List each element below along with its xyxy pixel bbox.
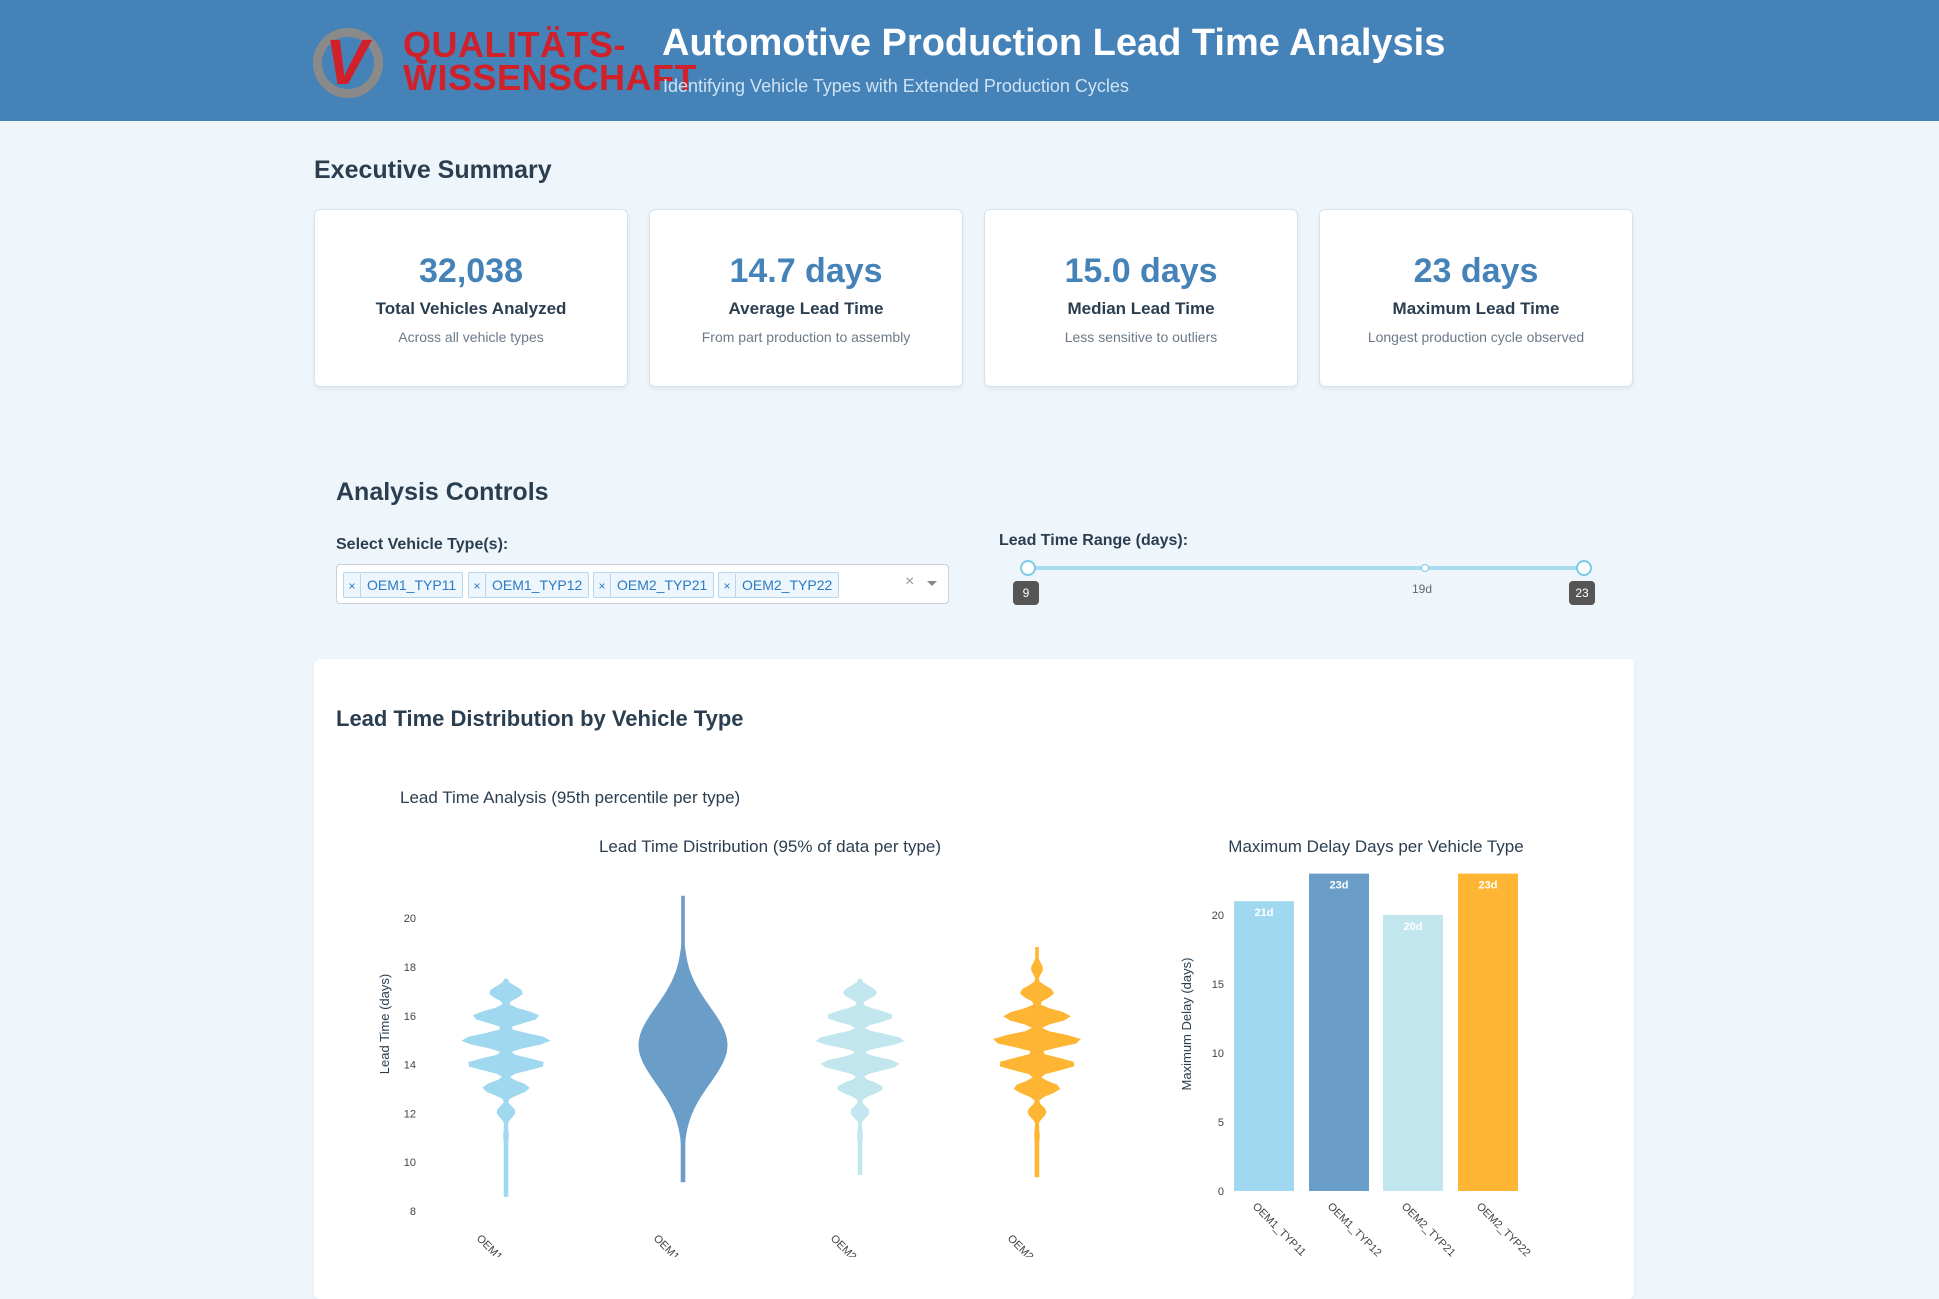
kpi-label: Total Vehicles Analyzed <box>375 299 567 318</box>
violin-y-tick-label: 14 <box>404 1060 416 1072</box>
app-header: V QUALITÄTS- WISSENSCHAFT Automotive Pro… <box>0 0 1939 121</box>
violin-y-tick-label: 18 <box>404 962 416 974</box>
vehicle-type-label: Select Vehicle Type(s): <box>336 536 509 553</box>
bar <box>1234 901 1294 1191</box>
remove-tag-icon[interactable]: × <box>594 574 611 598</box>
bar-chart-title: Maximum Delay Days per Vehicle Type <box>1228 837 1523 856</box>
lead-time-range-label: Lead Time Range (days): <box>999 532 1189 549</box>
remove-tag-icon[interactable]: × <box>719 574 736 598</box>
vehicle-tag: × OEM1_TYP12 <box>468 572 590 598</box>
vehicle-tag-label: OEM1_TYP11 <box>367 577 457 593</box>
range-min-badge: 9 <box>1013 581 1039 605</box>
page-subtitle: Identifying Vehicle Types with Extended … <box>663 76 1129 96</box>
bar-y-tick-label: 10 <box>1212 1048 1224 1060</box>
kpi-sub: From part production to assembly <box>701 329 911 345</box>
lead-time-charts: Lead Time Analysis (95th percentile per … <box>377 788 1533 1257</box>
kpi-sub: Less sensitive to outliers <box>1064 329 1218 345</box>
bar-x-tick-label: OEM2_TYP22 <box>1474 1201 1533 1257</box>
vehicle-tag: × OEM2_TYP22 <box>718 572 840 598</box>
violin-shape <box>815 978 905 1175</box>
bar-y-axis-label: Maximum Delay (days) <box>1179 958 1194 1091</box>
bar-data-label: 21d <box>1255 907 1274 919</box>
vehicle-tag: × OEM1_TYP11 <box>343 572 464 598</box>
bar-x-tick-label: OEM1_TYP12 <box>1325 1201 1384 1257</box>
violin-y-tick-label: 16 <box>404 1011 416 1023</box>
violin-x-tick-label: OEM1_TYP11 <box>474 1233 532 1257</box>
range-max-badge: 23 <box>1569 581 1595 605</box>
bar-y-tick-label: 15 <box>1212 979 1224 991</box>
page-title: Automotive Production Lead Time Analysis <box>662 22 1446 64</box>
range-slider-min-handle[interactable] <box>1020 560 1036 576</box>
violin-y-tick-label: 10 <box>404 1157 416 1169</box>
vehicle-type-multiselect[interactable]: × OEM1_TYP11 × OEM1_TYP12 × OEM2_TYP21 × OEM… <box>336 564 949 604</box>
controls-title: Analysis Controls <box>336 478 549 506</box>
vehicle-tag-label: OEM2_TYP22 <box>742 577 833 593</box>
bar-x-tick-label: OEM1_TYP11 <box>1250 1201 1308 1257</box>
violin-y-tick-label: 20 <box>404 913 416 925</box>
bar-y-tick-label: 0 <box>1218 1186 1224 1198</box>
kpi-value: 14.7 days <box>729 252 883 290</box>
violin-y-axis-label: Lead Time (days) <box>377 974 392 1074</box>
bar-data-label: 20d <box>1404 921 1423 933</box>
violin-shape <box>461 978 551 1197</box>
kpi-card-maximum: 23 days Maximum Lead Time Longest produc… <box>1319 209 1633 387</box>
violin-chart-title: Lead Time Distribution (95% of data per … <box>599 837 941 856</box>
bar-data-label: 23d <box>1330 880 1349 892</box>
bar-y-tick-label: 20 <box>1212 910 1224 922</box>
bar-y-tick-label: 5 <box>1218 1117 1224 1129</box>
kpi-card-total: 32,038 Total Vehicles Analyzed Across al… <box>314 209 628 387</box>
bar <box>1383 915 1443 1191</box>
remove-tag-icon[interactable]: × <box>469 574 486 598</box>
kpi-label: Median Lead Time <box>1067 299 1215 318</box>
kpi-value: 15.0 days <box>1064 252 1218 290</box>
kpi-sub: Longest production cycle observed <box>1367 329 1585 345</box>
vehicle-tag: × OEM2_TYP21 <box>593 572 715 598</box>
bar-plot: 0 5 10 15 20 21d OEM1_TYP11 23d OEM1_TYP12 20d OEM… <box>1212 873 1533 1257</box>
violin-y-tick-label: 12 <box>404 1108 416 1120</box>
range-slider-max-handle[interactable] <box>1576 560 1592 576</box>
kpi-card-average: 14.7 days Average Lead Time From part pr… <box>649 209 963 387</box>
remove-tag-icon[interactable]: × <box>344 574 361 598</box>
figure-title: Lead Time Analysis (95th percentile per … <box>400 788 740 807</box>
kpi-value: 32,038 <box>419 252 523 290</box>
bar-data-label: 23d <box>1479 880 1498 892</box>
logo-wordmark: QUALITÄTS- WISSENSCHAFT <box>403 27 697 98</box>
bar <box>1458 873 1518 1191</box>
bar <box>1309 873 1369 1191</box>
kpi-label: Average Lead Time <box>728 299 884 318</box>
violin-plot: 8 10 12 14 16 18 20 OEM1_TYP11 OEM1_TYP12 OEM2_TY… <box>404 895 1081 1257</box>
range-slider-track[interactable] <box>1026 566 1584 570</box>
kpi-label: Maximum Lead Time <box>1392 299 1560 318</box>
vehicle-tag-label: OEM1_TYP12 <box>492 577 583 593</box>
violin-y-tick-label: 8 <box>410 1206 416 1218</box>
summary-title: Executive Summary <box>314 156 552 184</box>
violin-shape <box>638 895 728 1183</box>
violin-x-tick-label: OEM2_TYP22 <box>1005 1233 1064 1257</box>
dropdown-caret-icon[interactable] <box>927 581 937 586</box>
bar-x-tick-label: OEM2_TYP21 <box>1399 1201 1458 1257</box>
violin-x-tick-label: OEM2_TYP21 <box>828 1233 887 1257</box>
range-mid-label: 19d <box>1412 582 1433 596</box>
logo-v-mark: V <box>325 26 368 98</box>
logo-line2: WISSENSCHAFT <box>403 57 697 98</box>
violin-x-tick-label: OEM1_TYP12 <box>651 1233 710 1257</box>
violin-shape <box>993 947 1081 1178</box>
chart-card: Lead Time Distribution by Vehicle Type L… <box>314 659 1634 1299</box>
kpi-value: 23 days <box>1413 252 1539 290</box>
kpi-sub: Across all vehicle types <box>398 329 544 345</box>
company-logo: V QUALITÄTS- WISSENSCHAFT <box>313 24 697 98</box>
clear-all-icon[interactable]: × <box>905 573 914 591</box>
kpi-card-median: 15.0 days Median Lead Time Less sensitiv… <box>984 209 1298 387</box>
range-slider-mark <box>1421 564 1429 572</box>
vehicle-tag-label: OEM2_TYP21 <box>617 577 708 593</box>
